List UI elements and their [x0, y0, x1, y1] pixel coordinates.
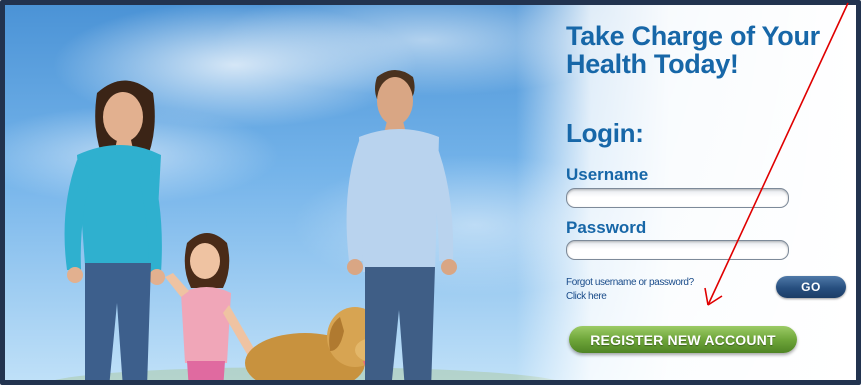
headline-line-2: Health Today! [566, 49, 739, 79]
girl-figure [165, 233, 259, 380]
register-new-account-button[interactable]: REGISTER NEW ACCOUNT [569, 326, 797, 353]
headline-line-1: Take Charge of Your [566, 21, 820, 51]
headline: Take Charge of Your Health Today! [566, 22, 836, 78]
username-label: Username [566, 165, 649, 184]
password-label: Password [566, 218, 647, 237]
login-panel: Take Charge of Your Health Today! Login:… [566, 22, 846, 353]
forgot-credentials-link[interactable]: Forgot username or password? Click here [566, 276, 736, 304]
forgot-link-line-1: Forgot username or password? [566, 277, 694, 288]
password-input[interactable] [566, 240, 789, 260]
username-input[interactable] [566, 188, 789, 208]
woman-figure [64, 80, 165, 380]
forgot-link-line-2: Click here [566, 291, 607, 302]
go-button[interactable]: GO [776, 276, 846, 298]
login-title: Login: [566, 118, 644, 148]
